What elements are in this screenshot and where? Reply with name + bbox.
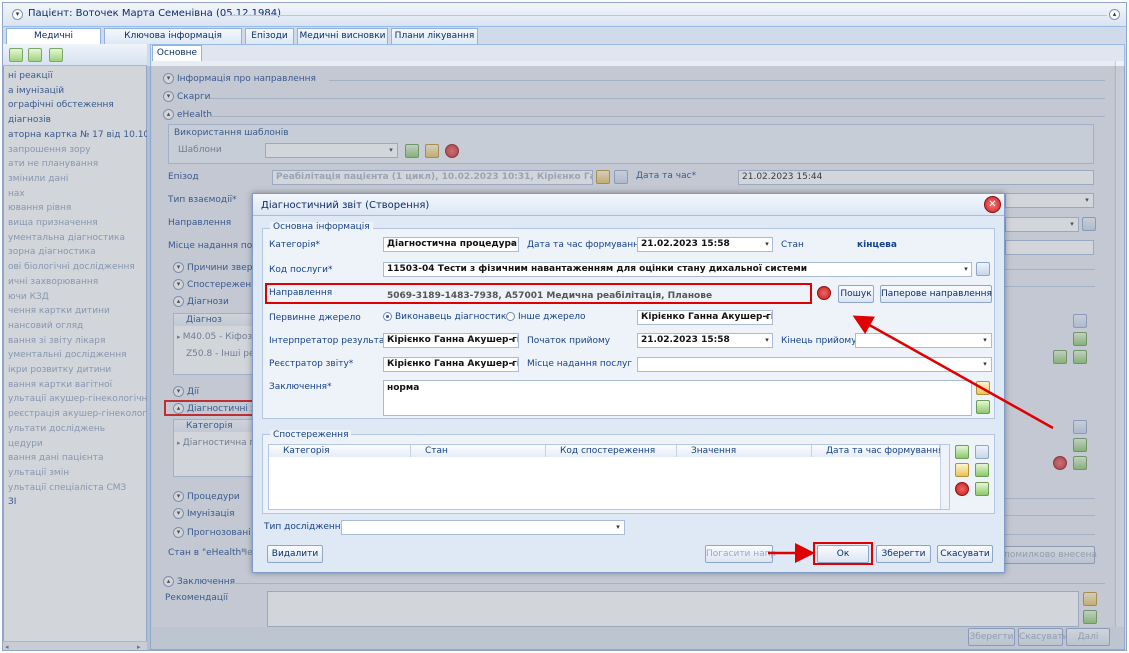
annotation-arrows xyxy=(768,315,1054,563)
arrow-to-referral xyxy=(852,315,1054,430)
